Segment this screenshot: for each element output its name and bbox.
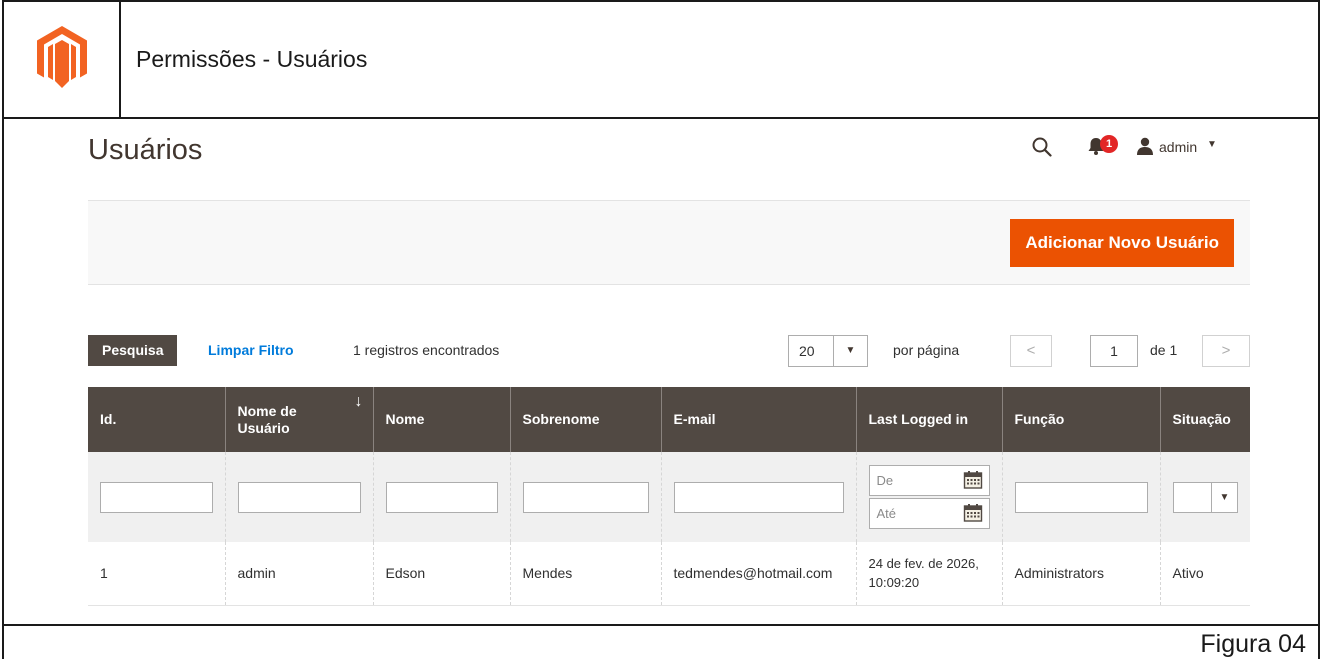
document-header: Permissões - Usuários [4,2,1318,119]
column-header-last-login[interactable]: Last Logged in [855,387,1002,452]
previous-page-button[interactable]: < [1010,335,1052,367]
reset-filter-link[interactable]: Limpar Filtro [208,342,294,358]
add-new-user-button[interactable]: Adicionar Novo Usuário [1010,219,1234,267]
grid-header-row: Id. Nome de Usuário ↓ Nome Sobrenome E-m… [88,387,1250,452]
cell-id: 1 [88,542,225,606]
page-actions-bar: Adicionar Novo Usuário [88,200,1250,285]
firstname-filter-input[interactable] [385,481,498,513]
filter-cell-role [1001,452,1160,542]
id-filter-input[interactable] [100,481,213,513]
calendar-icon[interactable] [963,503,983,523]
records-found: 1 registros encontrados [353,342,500,358]
table-row[interactable]: 1 admin Edson Mendes tedmendes@hotmail.c… [88,542,1250,606]
grid-toolbar: Pesquisa Limpar Filtro 1 registros encon… [88,335,1250,367]
column-header-firstname[interactable]: Nome [372,387,510,452]
users-grid: Id. Nome de Usuário ↓ Nome Sobrenome E-m… [88,387,1250,606]
sort-arrow-icon: ↓ [354,393,363,410]
status-filter-select[interactable]: ▼ [1172,481,1238,513]
lastname-filter-input[interactable] [522,481,649,513]
figure-caption: Figura 04 [1200,630,1306,658]
column-header-role[interactable]: Função [1001,387,1160,452]
column-header-username-label: Nome de Usuário [237,402,297,436]
column-header-email[interactable]: E-mail [660,387,856,452]
chevron-down-icon[interactable]: ▼ [1207,139,1217,150]
chevron-right-icon: > [1221,342,1231,359]
current-page-input[interactable] [1090,335,1138,367]
filter-cell-lastname [509,452,661,542]
page-total: de 1 [1150,342,1178,358]
email-filter-input[interactable] [673,481,844,513]
search-button[interactable]: Pesquisa [88,335,178,366]
calendar-icon[interactable] [963,470,983,490]
caption-row: Figura 04 [2,626,1320,659]
cell-role: Administrators [1001,542,1160,606]
admin-user-name[interactable]: admin [1159,139,1197,155]
logo-cell [4,2,121,117]
cell-last-login: 24 de fev. de 2026, 10:09:20 [855,542,1002,606]
cell-email: tedmendes@hotmail.com [660,542,856,606]
cell-username: admin [224,542,373,606]
filter-cell-email [660,452,856,542]
chevron-down-icon[interactable]: ▼ [833,336,867,366]
filter-cell-id [88,452,225,542]
document-frame: Permissões - Usuários Usuários 1 admin ▼… [2,0,1320,626]
filter-cell-username [224,452,373,542]
user-icon[interactable] [1136,137,1154,155]
cell-firstname: Edson [372,542,510,606]
chevron-down-icon[interactable]: ▼ [1211,482,1237,512]
column-header-username[interactable]: Nome de Usuário ↓ [224,387,373,452]
username-filter-input[interactable] [237,481,361,513]
filter-cell-firstname [372,452,510,542]
search-icon[interactable] [1032,137,1052,157]
column-header-status[interactable]: Situação [1159,387,1250,452]
grid-filter-row: De Até ▼ [88,452,1250,542]
column-header-lastname[interactable]: Sobrenome [509,387,661,452]
date-from-placeholder: De [876,473,894,488]
next-page-button[interactable]: > [1202,335,1250,367]
cell-status: Ativo [1159,542,1250,606]
filter-cell-status: ▼ [1159,452,1250,542]
role-filter-input[interactable] [1014,481,1148,513]
page-title: Usuários [88,134,203,166]
per-page-value: 20 [799,343,815,359]
date-from-input[interactable]: De [868,465,990,496]
magento-logo-icon [37,26,87,88]
date-to-input[interactable]: Até [868,498,990,529]
filter-cell-last-login: De Até [855,452,1002,542]
notifications-badge[interactable]: 1 [1100,135,1118,153]
chevron-left-icon: < [1026,342,1036,359]
date-to-placeholder: Até [876,506,897,521]
document-title: Permissões - Usuários [136,46,368,72]
per-page-label: por página [893,342,960,358]
per-page-select[interactable]: 20 ▼ [788,335,868,367]
column-header-id[interactable]: Id. [88,387,225,452]
cell-lastname: Mendes [509,542,661,606]
